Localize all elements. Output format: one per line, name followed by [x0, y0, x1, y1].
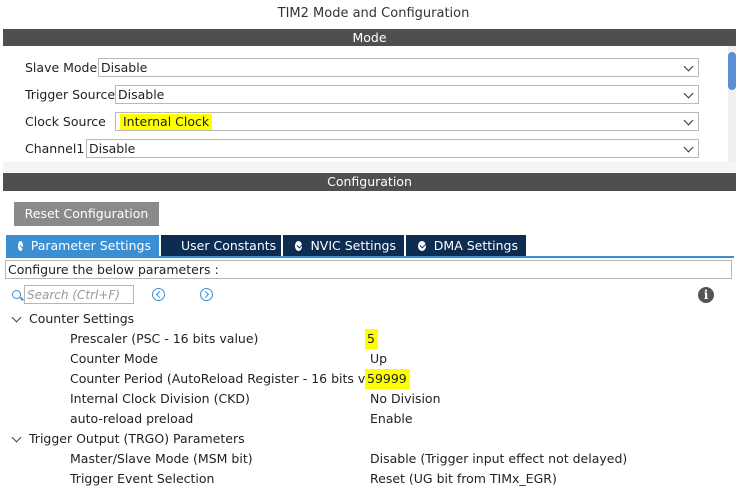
- slave-mode-row: Slave Mode: [25, 57, 97, 77]
- clock-source-label: Clock Source: [25, 113, 106, 129]
- clock-source-select[interactable]: Internal Clock: [115, 112, 699, 131]
- tab-parameter-settings[interactable]: Parameter Settings: [6, 235, 159, 256]
- check-circle-icon: [418, 240, 426, 251]
- param-name-msm-bit[interactable]: Master/Slave Mode (MSM bit): [70, 449, 253, 469]
- slave-mode-label: Slave Mode: [25, 59, 98, 75]
- trigger-source-label: Trigger Source: [25, 86, 116, 102]
- chevron-down-icon: [683, 88, 694, 99]
- tab-label: Parameter Settings: [30, 238, 151, 253]
- tab-label: NVIC Settings: [310, 238, 396, 253]
- group-counter-settings[interactable]: Counter Settings: [10, 309, 134, 329]
- group-title: Trigger Output (TRGO) Parameters: [29, 431, 245, 446]
- slave-mode-select[interactable]: Disable: [98, 58, 699, 77]
- chevron-down-icon: [11, 432, 22, 443]
- param-value-clock-division[interactable]: No Division: [370, 389, 441, 409]
- tab-label: DMA Settings: [433, 238, 518, 253]
- tab-underline: [6, 256, 734, 258]
- window-title: TIM2 Mode and Configuration: [0, 0, 747, 28]
- slave-mode-value: Disable: [101, 60, 148, 75]
- group-title: Counter Settings: [29, 311, 135, 326]
- chevron-down-icon: [683, 115, 694, 126]
- check-circle-icon: [295, 240, 303, 251]
- trigger-source-row: Trigger Source: [25, 84, 115, 104]
- param-name-auto-reload-preload[interactable]: auto-reload preload: [70, 409, 193, 429]
- param-name-clock-division[interactable]: Internal Clock Division (CKD): [70, 389, 250, 409]
- tab-label: User Constants: [181, 238, 277, 253]
- chevron-down-icon: [11, 312, 22, 323]
- trigger-source-select[interactable]: Disable: [115, 85, 699, 104]
- chevron-down-icon: [683, 142, 694, 153]
- config-tabs: Parameter Settings User Constants NVIC S…: [6, 235, 528, 256]
- param-name-counter-period[interactable]: Counter Period (AutoReload Register - 16…: [70, 369, 388, 389]
- param-name-prescaler[interactable]: Prescaler (PSC - 16 bits value): [70, 329, 258, 349]
- param-name-trigger-event[interactable]: Trigger Event Selection: [70, 469, 214, 489]
- param-value-trigger-event[interactable]: Reset (UG bit from TIMx_EGR): [370, 469, 557, 489]
- tab-user-constants[interactable]: User Constants: [161, 235, 281, 256]
- clock-source-value: Internal Clock: [120, 114, 213, 130]
- param-value-prescaler[interactable]: 5: [365, 329, 378, 349]
- params-header: Configure the below parameters :: [5, 260, 732, 279]
- param-value-counter-mode[interactable]: Up: [370, 349, 387, 369]
- next-arrow-icon[interactable]: [200, 288, 213, 301]
- tab-nvic-settings[interactable]: NVIC Settings: [283, 235, 404, 256]
- channel1-select[interactable]: Disable: [86, 139, 699, 158]
- search-icon: [12, 290, 21, 299]
- param-name-counter-mode[interactable]: Counter Mode: [70, 349, 158, 369]
- clock-source-row: Clock Source: [25, 111, 106, 131]
- param-value-auto-reload-preload[interactable]: Enable: [370, 409, 413, 429]
- panel-divider[interactable]: [3, 162, 736, 172]
- param-value-msm-bit[interactable]: Disable (Trigger input effect not delaye…: [370, 449, 627, 469]
- channel1-label: Channel1: [25, 140, 85, 156]
- search-input[interactable]: [24, 285, 134, 304]
- group-trigger-output[interactable]: Trigger Output (TRGO) Parameters: [10, 429, 245, 449]
- mode-scrollbar[interactable]: [728, 46, 736, 162]
- mode-scrollbar-thumb[interactable]: [728, 52, 736, 90]
- channel1-row: Channel1: [25, 138, 84, 158]
- configuration-section-header: Configuration: [3, 173, 736, 191]
- channel1-value: Disable: [89, 141, 136, 156]
- reset-configuration-button[interactable]: Reset Configuration: [14, 202, 159, 226]
- check-circle-icon: [18, 240, 23, 251]
- chevron-down-icon: [683, 61, 694, 72]
- previous-arrow-icon[interactable]: [152, 288, 165, 301]
- trigger-source-value: Disable: [118, 87, 165, 102]
- tab-dma-settings[interactable]: DMA Settings: [406, 235, 526, 256]
- mode-section-header: Mode: [3, 29, 736, 47]
- param-value-counter-period[interactable]: 59999: [365, 369, 410, 389]
- info-icon[interactable]: i: [698, 287, 714, 303]
